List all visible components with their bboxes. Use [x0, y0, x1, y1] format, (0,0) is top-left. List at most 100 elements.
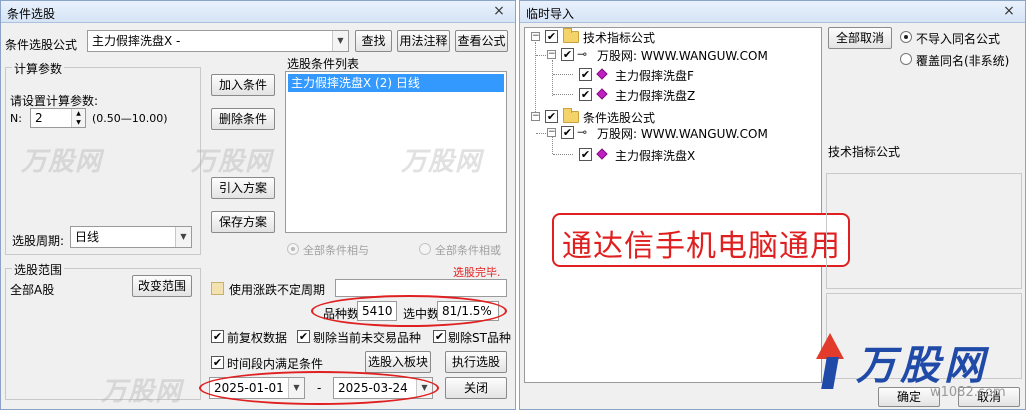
view-formula-button[interactable]: 查看公式 [455, 30, 508, 52]
tree-line [552, 60, 553, 96]
info-panel [826, 173, 1022, 289]
time-range-label: 时间段内满足条件 [227, 357, 324, 371]
cancel-all-button[interactable]: 全部取消 [828, 27, 892, 49]
collapse-icon[interactable]: − [547, 50, 556, 59]
chevron-down-icon[interactable]: ▼ [175, 227, 191, 247]
condition-list-title: 选股条件列表 [287, 57, 360, 71]
tree-root2-label[interactable]: 条件选股公式 [583, 109, 655, 126]
change-range-label: 改变范围 [137, 279, 186, 293]
condition-stock-picker-window: 条件选股 × 条件选股公式 主力假摔洗盘X - ▼ 查找 用法注释 查看公式 计… [0, 0, 516, 410]
radio-overwrite-label: 覆盖同名(非系统) [916, 54, 1010, 68]
add-condition-label: 加入条件 [218, 78, 267, 92]
import-plan-label: 引入方案 [218, 181, 267, 195]
radio-all-and[interactable] [287, 243, 299, 255]
logo-arrow-icon [816, 333, 844, 359]
tree-root1-label[interactable]: 技术指标公式 [583, 29, 655, 46]
close-label: 关闭 [463, 381, 488, 395]
promo-text: 通达信手机电脑通用 [562, 229, 841, 264]
list-item[interactable]: 主力假摔洗盘X (2) 日线 [288, 74, 504, 92]
promo-box: 通达信手机电脑通用 [552, 213, 850, 267]
remove-st-checkbox[interactable]: ✔ [433, 330, 446, 343]
period-select[interactable]: 日线 ▼ [70, 226, 192, 248]
folder-icon [563, 28, 579, 43]
add-condition-button[interactable]: 加入条件 [211, 74, 275, 96]
collapse-icon[interactable]: − [531, 32, 540, 41]
to-block-button[interactable]: 选股入板块 [365, 351, 431, 373]
execute-button[interactable]: 执行选股 [445, 351, 507, 373]
folder-icon [563, 108, 579, 123]
param-n-value: 2 [35, 111, 43, 125]
radio-overwrite[interactable] [900, 53, 912, 65]
logo-text: 万股网 [856, 343, 988, 389]
tree-leaf-label[interactable]: 主力假摔洗盘X [615, 147, 695, 164]
find-button[interactable]: 查找 [355, 30, 392, 52]
highlight-oval-counts [311, 295, 507, 327]
condition-item-label: 主力假摔洗盘X (2) 日线 [291, 76, 420, 90]
to-block-label: 选股入板块 [367, 355, 428, 369]
tree-checkbox[interactable]: ✔ [561, 48, 574, 61]
cancel-all-label: 全部取消 [835, 31, 884, 45]
radio-no-import[interactable] [900, 31, 912, 43]
spinner-icon[interactable]: ▲ ▼ [71, 109, 85, 127]
tree-line [535, 42, 536, 118]
radio-all-or[interactable] [419, 243, 431, 255]
formula-diamond-icon [596, 148, 608, 160]
watermark-text: 万股网 [21, 147, 103, 177]
formula-diamond-icon [596, 68, 608, 80]
param-n-label: N: [10, 112, 22, 125]
tree-checkbox[interactable]: ✔ [545, 30, 558, 43]
formula-select[interactable]: 主力假摔洗盘X - ▼ [87, 30, 349, 52]
find-button-label: 查找 [361, 34, 386, 48]
pre-adjust-label: 前复权数据 [227, 331, 288, 345]
execute-label: 执行选股 [451, 355, 500, 369]
tree-root1-child-label[interactable]: 万股网: WWW.WANGUW.COM [597, 47, 768, 64]
right-close-icon[interactable]: × [1001, 3, 1017, 19]
tree-line [553, 154, 573, 155]
calc-prompt: 请设置计算参数: [10, 94, 99, 108]
left-close-icon[interactable]: × [491, 3, 507, 19]
tree-checkbox[interactable]: ✔ [545, 110, 558, 123]
tree-line [552, 136, 553, 154]
remove-untraded-label: 剔除当前未交易品种 [313, 331, 422, 345]
change-range-button[interactable]: 改变范围 [132, 275, 192, 297]
formula-tree[interactable]: − ✔ 技术指标公式 − ✔ ⊸ 万股网: WWW.WANGUW.COM ✔ 主… [524, 27, 822, 383]
chevron-down-icon[interactable]: ▼ [332, 31, 348, 51]
view-formula-label: 查看公式 [457, 34, 506, 48]
status-done: 选股完毕. [453, 266, 501, 279]
close-button[interactable]: 关闭 [445, 377, 507, 399]
formula-select-value: 主力假摔洗盘X - [92, 34, 181, 48]
time-range-checkbox[interactable]: ✔ [211, 356, 224, 369]
import-plan-button[interactable]: 引入方案 [211, 177, 275, 199]
use-volatile-checkbox[interactable] [211, 282, 224, 295]
period-label: 选股周期: [12, 234, 65, 248]
range-group-title: 选股范围 [12, 261, 65, 278]
pre-adjust-checkbox[interactable]: ✔ [211, 330, 224, 343]
radio-no-import-label: 不导入同名公式 [916, 32, 1001, 46]
tree-leaf-label[interactable]: 主力假摔洗盘F [615, 67, 694, 84]
watermark-text: 万股网 [401, 147, 483, 177]
tree-root2-child-label[interactable]: 万股网: WWW.WANGUW.COM [597, 125, 768, 142]
delete-condition-button[interactable]: 删除条件 [211, 108, 275, 130]
save-plan-button[interactable]: 保存方案 [211, 211, 275, 233]
calc-params-title: 计算参数 [12, 60, 65, 77]
collapse-icon[interactable]: − [547, 128, 556, 137]
tree-checkbox[interactable]: ✔ [579, 148, 592, 161]
key-icon: ⊸ [577, 125, 588, 139]
usage-notes-label: 用法注释 [399, 34, 448, 48]
param-n-input[interactable]: 2 ▲ ▼ [30, 108, 86, 128]
remove-st-label: 剔除ST品种 [448, 331, 511, 345]
right-titlebar: 临时导入 × [520, 1, 1025, 23]
tree-leaf-label[interactable]: 主力假摔洗盘Z [615, 87, 695, 104]
tree-checkbox[interactable]: ✔ [561, 126, 574, 139]
tree-checkbox[interactable]: ✔ [579, 88, 592, 101]
tree-checkbox[interactable]: ✔ [579, 68, 592, 81]
collapse-icon[interactable]: − [531, 112, 540, 121]
logo-arrow-shaft [821, 357, 839, 389]
temp-import-window: 临时导入 × − ✔ 技术指标公式 − ✔ ⊸ 万股网: WWW.WANGUW.… [519, 0, 1026, 410]
highlight-oval-dates [199, 371, 439, 405]
usage-notes-button[interactable]: 用法注释 [397, 30, 450, 52]
radio-all-or-label: 全部条件相或 [435, 244, 501, 257]
remove-untraded-checkbox[interactable]: ✔ [297, 330, 310, 343]
info-label: 技术指标公式 [828, 145, 901, 159]
watermark-text: 万股网 [191, 147, 273, 177]
